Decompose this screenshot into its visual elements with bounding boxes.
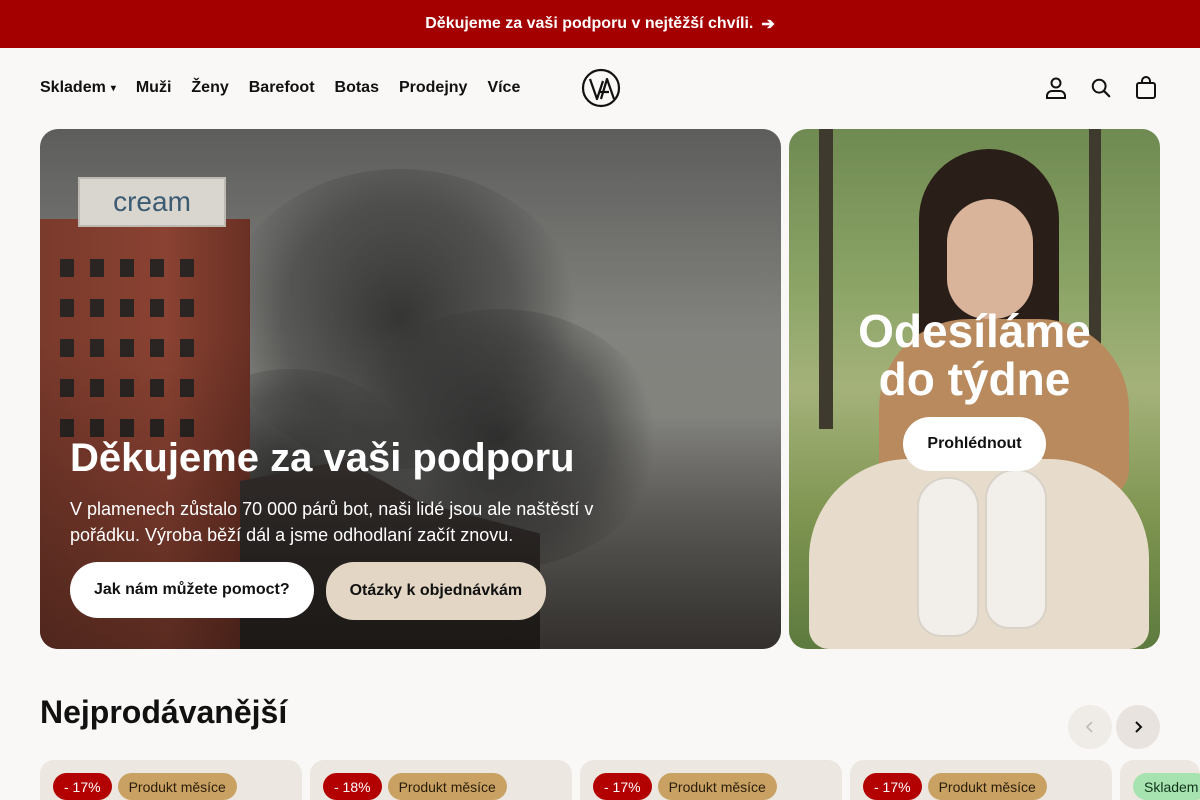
site-header: Skladem ▾ Muži Ženy Barefoot Botas Prode… <box>0 48 1200 128</box>
chevron-left-icon[interactable] <box>1068 705 1112 749</box>
nav-item-zeny[interactable]: Ženy <box>191 79 228 97</box>
model-face <box>947 199 1033 319</box>
product-card[interactable]: Skladem <box>1120 760 1200 800</box>
nav-item-muzi[interactable]: Muži <box>136 79 172 97</box>
announcement-bar[interactable]: Děkujeme za vaši podporu v nejtěžší chví… <box>0 0 1200 48</box>
hero-buttons: Jak nám můžete pomoct? Otázky k objednáv… <box>70 562 630 620</box>
nav-item-botas[interactable]: Botas <box>335 79 379 97</box>
main-nav: Skladem ▾ Muži Ženy Barefoot Botas Prode… <box>40 79 520 97</box>
in-stock-badge: Skladem <box>1133 773 1200 800</box>
logo-mark <box>581 68 621 108</box>
nav-item-skladem[interactable]: Skladem ▾ <box>40 79 116 97</box>
discount-badge: - 17% <box>53 773 112 800</box>
account-icon[interactable] <box>1042 74 1070 102</box>
browse-button[interactable]: Prohlédnout <box>903 417 1046 471</box>
discount-badge: - 17% <box>593 773 652 800</box>
discount-badge: - 17% <box>863 773 922 800</box>
nav-item-prodejny[interactable]: Prodejny <box>399 79 467 97</box>
product-badges: - 18% Produkt měsíce <box>323 773 507 800</box>
promo-title-line: Odesíláme <box>858 305 1091 357</box>
model-pants <box>809 459 1149 649</box>
search-icon[interactable] <box>1087 74 1115 102</box>
nav-item-label: Ženy <box>191 79 229 96</box>
nav-item-vice[interactable]: Více <box>487 79 520 97</box>
order-questions-button[interactable]: Otázky k objednávkám <box>325 562 547 620</box>
nav-item-label: Prodejny <box>398 79 468 96</box>
hero-title: Děkujeme za vaši podporu <box>70 436 575 480</box>
product-badges: - 17% Produkt měsíce <box>53 773 237 800</box>
discount-badge: - 18% <box>323 773 382 800</box>
hero-banner: cream Děkujeme za vaši podporu V plamene… <box>40 129 781 649</box>
header-actions <box>1042 74 1160 102</box>
promo-title-line: do týdne <box>878 353 1071 405</box>
nav-item-label: Barefoot <box>248 79 315 96</box>
nav-item-barefoot[interactable]: Barefoot <box>249 79 315 97</box>
product-card[interactable]: - 17% Produkt měsíce <box>580 760 842 800</box>
chevron-right-icon[interactable] <box>1116 705 1160 749</box>
product-of-month-badge: Produkt měsíce <box>927 773 1047 800</box>
sneaker-image <box>917 477 979 637</box>
promo-title: Odesíláme do týdne <box>789 307 1160 403</box>
product-badges: - 17% Produkt měsíce <box>863 773 1047 800</box>
sneaker-image <box>985 469 1047 629</box>
arrow-right-icon: ➔ <box>761 16 775 33</box>
product-badges: Skladem <box>1133 773 1200 800</box>
hero-text: V plamenech zůstalo 70 000 párů bot, naš… <box>70 499 594 545</box>
product-of-month-badge: Produkt měsíce <box>387 773 507 800</box>
promo-content: Odesíláme do týdne Prohlédnout <box>789 307 1160 471</box>
cart-icon[interactable] <box>1132 74 1160 102</box>
nav-item-label: Botas <box>334 79 379 96</box>
product-card[interactable]: - 17% Produkt měsíce <box>40 760 302 800</box>
chevron-down-icon: ▾ <box>110 82 116 94</box>
product-of-month-badge: Produkt měsíce <box>657 773 777 800</box>
product-of-month-badge: Produkt měsíce <box>117 773 237 800</box>
help-button[interactable]: Jak nám můžete pomoct? <box>70 562 314 618</box>
brand-logo[interactable] <box>581 68 621 108</box>
announcement-text: Děkujeme za vaši podporu v nejtěžší chví… <box>425 15 754 32</box>
product-card[interactable]: - 17% Produkt měsíce <box>850 760 1112 800</box>
carousel-nav <box>1068 705 1160 749</box>
product-card[interactable]: - 18% Produkt měsíce <box>310 760 572 800</box>
product-badges: - 17% Produkt měsíce <box>593 773 777 800</box>
promo-banner[interactable]: Odesíláme do týdne Prohlédnout <box>789 129 1160 649</box>
hero-content: Děkujeme za vaši podporu V plamenech zůs… <box>70 436 630 620</box>
nav-item-label: Muži <box>135 79 172 96</box>
nav-item-label: Více <box>487 79 521 96</box>
nav-item-label: Skladem <box>40 79 106 96</box>
section-title: Nejprodávanější <box>40 694 288 730</box>
product-carousel: - 17% Produkt měsíce - 18% Produkt měsíc… <box>40 760 1200 800</box>
